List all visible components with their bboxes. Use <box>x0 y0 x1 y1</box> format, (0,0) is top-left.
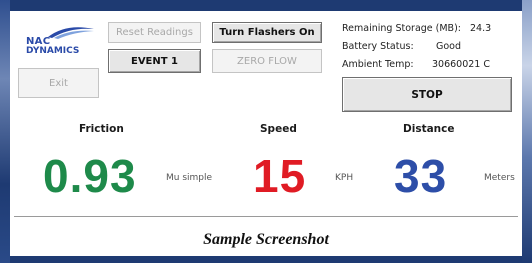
distance-label: Distance <box>403 123 455 135</box>
background-right-edge <box>522 0 532 263</box>
reset-readings-button[interactable]: Reset Readings <box>108 22 201 43</box>
caption-text: Sample Screenshot <box>203 231 329 248</box>
friction-label: Friction <box>79 123 124 135</box>
distance-unit: Meters <box>484 173 515 183</box>
nac-dynamics-logo: NAC DYNAMICS <box>22 25 102 59</box>
storage-value: 24.3 <box>470 23 492 34</box>
friction-unit: Mu simple <box>166 173 213 183</box>
zero-flow-button[interactable]: ZERO FLOW <box>212 49 322 73</box>
main-panel: NAC DYNAMICS Reset Readings Turn Flasher… <box>10 11 522 256</box>
temp-label: Ambient Temp: <box>342 59 414 70</box>
footer-divider <box>14 216 518 217</box>
app-window: NAC DYNAMICS Reset Readings Turn Flasher… <box>0 0 532 263</box>
friction-value: 0.93 <box>43 150 137 202</box>
turn-flashers-on-button[interactable]: Turn Flashers On <box>212 22 322 43</box>
battery-value: Good <box>436 41 462 52</box>
distance-value: 33 <box>394 150 448 202</box>
logo-swoosh-icon <box>48 27 94 39</box>
speed-label: Speed <box>260 123 297 135</box>
logo-text-dynamics: DYNAMICS <box>26 46 80 56</box>
storage-label: Remaining Storage (MB): <box>342 23 461 34</box>
speed-unit: KPH <box>335 173 354 183</box>
event-button[interactable]: EVENT 1 <box>108 49 201 73</box>
stop-button[interactable]: STOP <box>342 77 512 112</box>
speed-value: 15 <box>253 150 307 202</box>
exit-button[interactable]: Exit <box>18 68 99 98</box>
temp-value: 30660021 C <box>432 59 491 70</box>
battery-label: Battery Status: <box>342 41 414 52</box>
background-left-edge <box>0 0 10 263</box>
